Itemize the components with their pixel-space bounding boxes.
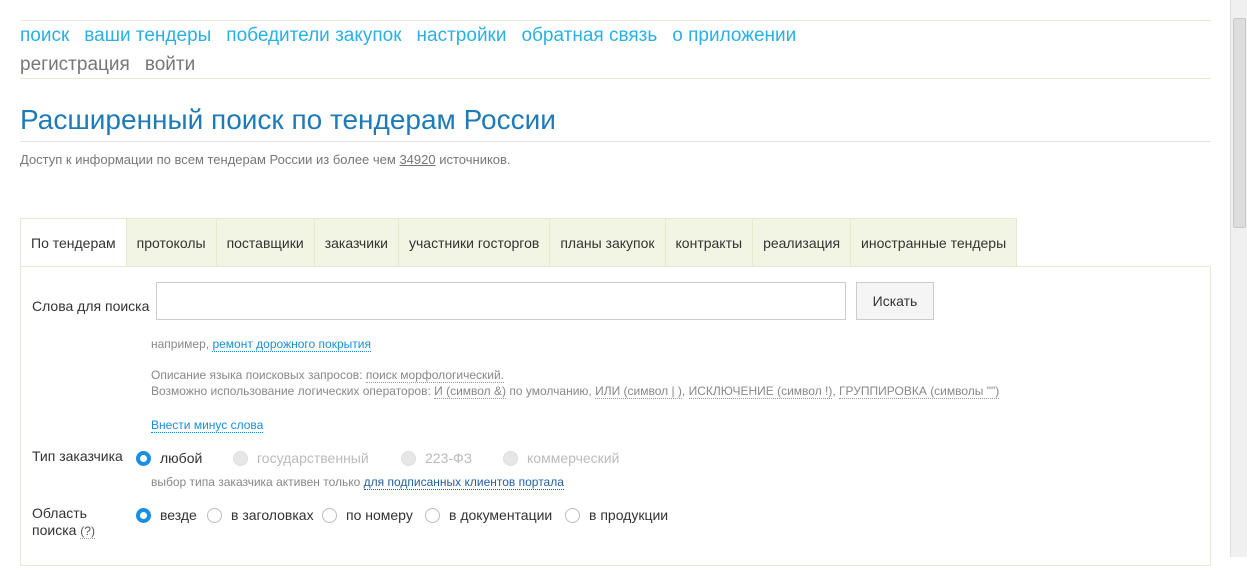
radio-icon — [401, 450, 416, 466]
divider — [20, 141, 1211, 142]
example-link[interactable]: ремонт дорожного покрытия — [212, 337, 371, 352]
ops-prefix: Возможно использование логических операт… — [151, 384, 431, 398]
tab-customers[interactable]: заказчики — [314, 218, 399, 267]
note-text: выбор типа заказчика активен только — [151, 475, 361, 489]
tab-plans[interactable]: планы закупок — [550, 218, 666, 267]
radio-label: коммерческий — [527, 450, 620, 466]
radio-icon — [503, 450, 518, 466]
search-button[interactable]: Искать — [856, 282, 934, 320]
top-nav: поиск ваши тендеры победители закупок настр… — [20, 20, 1211, 79]
area-label-line1: Область — [32, 505, 87, 521]
radio-any[interactable]: любой — [136, 450, 202, 466]
subtitle-text: Доступ к информации по всем тендерам Рос… — [20, 152, 396, 167]
tab-participants[interactable]: участники госторгов — [398, 218, 551, 267]
op-not-link[interactable]: ИСКЛЮЧЕНИЕ (символ !) — [688, 384, 833, 399]
search-area-label: Область поиска (?) — [32, 505, 95, 540]
radio-everywhere[interactable]: везде — [136, 507, 197, 523]
radio-checked-icon — [136, 507, 151, 523]
radio-icon — [207, 507, 222, 523]
desc-prefix: Описание языка поисковых запросов: — [151, 368, 363, 382]
search-label: Слова для поиска — [32, 298, 150, 314]
customer-type-label: Тип заказчика — [32, 448, 123, 464]
nav-about[interactable]: о приложении — [672, 25, 796, 46]
radio-icon — [322, 507, 337, 523]
op-group-link[interactable]: ГРУППИРОВКА (символы "") — [839, 384, 1000, 399]
radio-icon — [425, 507, 440, 523]
radio-checked-icon — [136, 450, 151, 466]
nav-login[interactable]: войти — [145, 54, 195, 75]
radio-icon — [565, 507, 580, 523]
radio-label: в продукции — [589, 507, 669, 523]
morph-link[interactable]: поиск морфологический. — [365, 368, 504, 383]
tab-contracts[interactable]: контракты — [665, 218, 754, 267]
radio-label: 223-ФЗ — [425, 450, 473, 466]
radio-number[interactable]: по номеру — [322, 507, 413, 523]
nav-winners[interactable]: победители закупок — [226, 25, 401, 46]
nav-register[interactable]: регистрация — [20, 54, 130, 75]
nav-search[interactable]: поиск — [20, 25, 69, 46]
op-or-link[interactable]: ИЛИ (символ | ) — [595, 384, 682, 399]
subtitle-text-end: источников. — [439, 152, 511, 167]
nav-settings[interactable]: настройки — [417, 25, 507, 46]
radio-label: по номеру — [346, 507, 413, 523]
customer-type-note: выбор типа заказчика активен только для … — [151, 475, 564, 490]
radio-state[interactable]: государственный — [233, 450, 369, 466]
tab-suppliers[interactable]: поставщики — [216, 218, 315, 267]
query-description: Описание языка поисковых запросов: поиск… — [151, 368, 504, 383]
tab-foreign[interactable]: иностранные тендеры — [851, 218, 1018, 267]
example-prefix: например, — [151, 337, 210, 351]
tab-realization[interactable]: реализация — [753, 218, 852, 267]
minus-words-wrap: Внести минус слова — [151, 418, 264, 433]
radio-label: государственный — [257, 450, 369, 466]
nav-feedback[interactable]: обратная связь — [521, 25, 657, 46]
page-subtitle: Доступ к информации по всем тендерам Рос… — [20, 152, 511, 167]
sources-count-link[interactable]: 34920 — [399, 152, 435, 167]
radio-icon — [233, 450, 248, 466]
tab-tenders[interactable]: По тендерам — [20, 218, 127, 267]
operators-description: Возможно использование логических операт… — [151, 384, 1000, 399]
radio-label: любой — [160, 450, 203, 466]
help-link[interactable]: (?) — [80, 524, 95, 539]
op-and-link[interactable]: И (символ &) — [434, 384, 507, 399]
scrollbar-thumb[interactable] — [1233, 18, 1246, 228]
example-hint: например, ремонт дорожного покрытия — [151, 337, 371, 352]
tab-protocols[interactable]: протоколы — [126, 218, 217, 267]
minus-words-link[interactable]: Внести минус слова — [151, 418, 264, 433]
page-title: Расширенный поиск по тендерам России — [20, 104, 556, 135]
radio-commercial[interactable]: коммерческий — [503, 450, 619, 466]
op-and-suffix: по умолчанию, — [509, 384, 592, 398]
search-tabs: По тендерам протоколы поставщики заказчи… — [20, 218, 1018, 267]
radio-documents[interactable]: в документации — [425, 507, 552, 523]
subscribed-clients-link[interactable]: для подписанных клиентов портала — [363, 475, 564, 490]
radio-titles[interactable]: в заголовках — [207, 507, 314, 523]
scrollbar[interactable] — [1230, 0, 1247, 557]
radio-label: везде — [160, 507, 197, 523]
area-label-line2: поиска — [32, 522, 77, 538]
radio-label: в заголовках — [231, 507, 314, 523]
nav-my-tenders[interactable]: ваши тендеры — [84, 25, 211, 46]
radio-223fz[interactable]: 223-ФЗ — [401, 450, 472, 466]
search-input[interactable] — [156, 282, 846, 320]
radio-label: в документации — [449, 507, 553, 523]
radio-products[interactable]: в продукции — [565, 507, 668, 523]
